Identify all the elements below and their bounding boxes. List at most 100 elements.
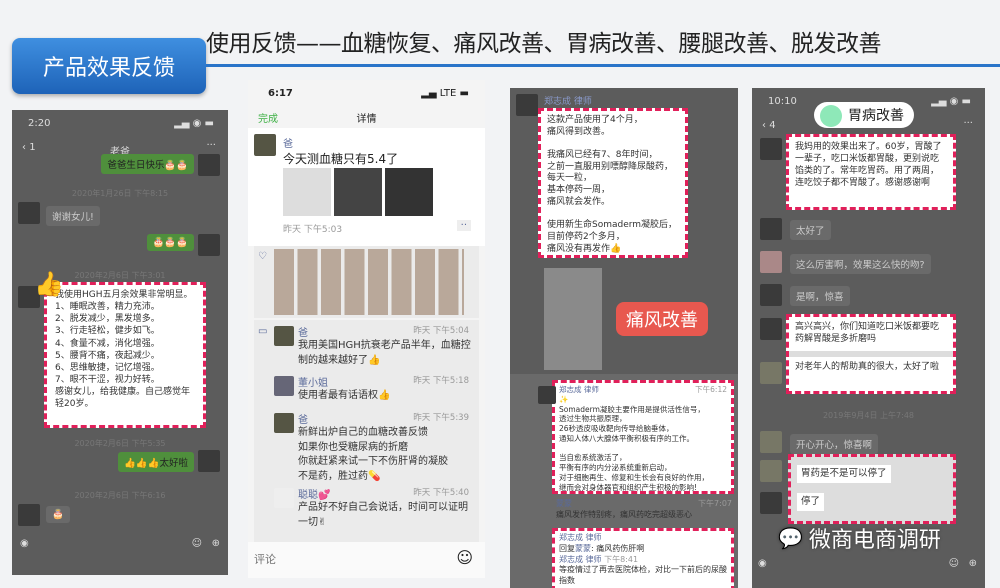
comment-input[interactable] — [254, 548, 444, 572]
header-title: 详情 — [356, 114, 377, 125]
message-received: 🎂 — [46, 506, 70, 523]
status-time: 6:17 — [268, 88, 293, 99]
avatar — [760, 362, 782, 384]
message-received: 太好了 — [790, 220, 831, 240]
avatar — [198, 234, 220, 256]
message-sent: 爸爸生日快乐🎂🎂 — [101, 154, 194, 174]
avatar — [538, 386, 556, 404]
comment-time: 昨天 下午5:04 — [413, 326, 469, 336]
poster-name[interactable]: 爸 — [283, 135, 293, 150]
voice-icon[interactable]: ◉ — [758, 558, 767, 569]
thumbs-up-icon: 👍 — [34, 270, 64, 298]
comment-text: 新鲜出炉自己的血糖改善反馈 如果你也受糖尿病的折磨 你就赶紧来试一下不伤肝肾的凝… — [298, 427, 448, 482]
post-image[interactable] — [334, 168, 382, 216]
liker-avatars[interactable] — [274, 249, 464, 315]
comment-author: 聪聪💕 — [298, 490, 331, 501]
stomach-tag: 胃病改善 — [814, 102, 914, 128]
moments-screenshot: 6:17 ▂▄ LTE ▬ 完成 详情 爸 今天测血糖只有5.4了 昨天 下午5… — [248, 80, 485, 578]
voice-icon[interactable]: ◉ — [20, 538, 29, 549]
message-sent: 👍👍👍太好啦 — [118, 452, 194, 472]
highlighted-comment: 郑志成 律师 下午6:12 ✨ Somaderm凝胶主要作用是提供活性信号， 透… — [552, 380, 734, 494]
comment-item: 爸 昨天 下午5:39 新鲜出炉自己的血糖改善反馈 如果你也受糖尿病的折磨 你就赶紧… — [274, 411, 473, 484]
post-time: 昨天 下午5:03 — [283, 225, 343, 235]
likes-section: ♡ — [254, 246, 479, 318]
avatar — [760, 138, 782, 160]
avatar — [760, 492, 782, 514]
message-received: 谢谢女儿! — [46, 206, 100, 226]
section-badge: 产品效果反馈 — [12, 38, 206, 94]
heart-icon: ♡ — [258, 251, 267, 262]
comment-time: 昨天 下午5:40 — [413, 488, 469, 498]
comment-text: 产品好不好自己会说话，时间可以证明一切✌ — [298, 502, 468, 528]
emoji-icon[interactable]: ☺ — [949, 558, 959, 569]
more-actions-button[interactable]: ·· — [456, 220, 471, 231]
avatar — [18, 504, 40, 526]
avatar — [760, 251, 782, 273]
comment-author: 郑志成 律师 — [559, 385, 599, 394]
comment-text: 使用者最有话语权👍 — [298, 390, 391, 401]
status-time: 10:10 — [768, 96, 797, 107]
back-button[interactable]: ‹ 4 — [762, 120, 776, 131]
comment-text: ✨ Somaderm凝胶主要作用是提供活性信号， 透过生物共振原理， 26秒透皮… — [559, 394, 709, 492]
watermark: 💬 微商电商调研 — [778, 526, 941, 553]
message-sent: 🎂🎂🎂 — [146, 234, 194, 251]
comment-icon: ▭ — [258, 326, 268, 337]
post-image[interactable] — [283, 168, 331, 216]
comments-section: ▭ 爸 昨天 下午5:04 我用美国HGH抗衰老产品半年，血糖控制的越来越好了👍 董… — [254, 320, 479, 558]
avatar — [198, 450, 220, 472]
emoji-icon[interactable]: ☺ — [456, 548, 473, 567]
timestamp: 2019年9月4日 上午7:48 — [822, 411, 915, 420]
message-received: 开心开心，惊喜啊 — [790, 434, 879, 454]
avatar — [516, 94, 538, 116]
gout-tag: 痛风改善 — [616, 302, 708, 336]
avatar — [760, 460, 782, 482]
signal-icon: ▂▄ ◉ ▬ — [174, 118, 214, 129]
user-photo — [544, 268, 602, 370]
plus-icon[interactable]: ⊕ — [969, 558, 977, 569]
comment-time: 昨天 下午5:39 — [413, 413, 469, 423]
more-icon[interactable]: ··· — [206, 140, 216, 151]
lte-indicator: ▂▄ LTE ▬ — [421, 88, 469, 99]
highlighted-comment: 郑志成 律师 回复蒙蒙: 痛风药伤肝啊 郑志成 律师 下午8:41 等疫情过了再… — [552, 528, 734, 588]
plus-icon[interactable]: ⊕ — [212, 538, 220, 549]
comment-item: 董小姐 昨天 下午5:18 使用者最有话语权👍 — [274, 374, 473, 404]
timestamp: 2020年2月6日 下午5:35 — [74, 439, 166, 448]
comment-author: 董小姐 — [298, 378, 328, 389]
message-received: 是啊，惊喜 — [790, 286, 850, 306]
page-title: 使用反馈——血糖恢复、痛风改善、胃病改善、腰腿改善、脱发改善 — [206, 31, 882, 57]
avatar — [254, 134, 276, 156]
highlighted-messages: 高兴高兴，你们知道吃口米饭都要吃药解胃酸是多折磨吗 对老年人的帮助真的很大，太好了… — [786, 314, 956, 394]
message-received: 这么厉害啊，效果这么快的吻? — [790, 254, 931, 274]
status-time: 2:20 — [28, 118, 51, 129]
highlighted-message: 我使用HGH五月余效果非常明显。 1、睡眠改善，精力充沛。 2、脱发减少，黑发增… — [44, 282, 206, 428]
avatar — [760, 284, 782, 306]
comment-author: 爸 — [298, 328, 308, 339]
highlighted-message: 这款产品使用了4个月， 痛风得到改善。 我痛风已经有7、8年时间， 之前一直服用… — [538, 108, 688, 258]
avatar — [760, 431, 782, 453]
comment-text: 我用美国HGH抗衰老产品半年，血糖控制的越来越好了👍 — [298, 340, 471, 366]
chat-screenshot-dad: 2:20 ▂▄ ◉ ▬ ‹ 1 老爸 ··· 爸爸生日快乐🎂🎂 2020年1月2… — [12, 110, 228, 575]
highlighted-messages: 胃药是不是可以停了 停了 — [788, 454, 956, 524]
signal-icon: ▂▄ ◉ ▬ — [931, 96, 971, 107]
comment-item: 聪聪💕 昨天 下午5:40 产品好不好自己会说话，时间可以证明一切✌ — [274, 486, 473, 530]
timestamp: 2020年1月26日 下午8:15 — [71, 189, 169, 198]
comment-author: 爸 — [298, 415, 308, 426]
avatar — [760, 218, 782, 240]
post-text: 今天测血糖只有5.4了 — [283, 152, 399, 166]
comment-time: 下午6:12 — [695, 385, 727, 394]
avatar — [18, 202, 40, 224]
avatar — [760, 318, 782, 340]
comment-item: 蒙蒙 下午7:07 痛风发作特别疼，痛风药吃完超级恶心 — [556, 499, 732, 519]
emoji-icon[interactable]: ☺ — [192, 538, 202, 549]
highlighted-message: 我妈用的效果出来了。60岁，胃酸了一辈子，吃口米饭都胃酸，更别说吃馅类的了。常年… — [786, 134, 956, 210]
wechat-icon: 💬 — [778, 526, 803, 550]
post-image[interactable] — [385, 168, 433, 216]
sender-name: 郑志成 律师 — [544, 97, 592, 107]
more-icon[interactable]: ··· — [963, 118, 973, 129]
comment-time: 昨天 下午5:18 — [413, 376, 469, 386]
timestamp: 2020年2月6日 下午6:16 — [74, 491, 166, 500]
avatar — [198, 154, 220, 176]
title-divider — [206, 64, 1000, 67]
chat-screenshot-stomach: 10:10 ▂▄ ◉ ▬ ‹ 4 ··· 胃病改善 我妈用的效果出来了。60岁，… — [752, 88, 985, 588]
chat-screenshot-gout: 郑志成 律师 这款产品使用了4个月， 痛风得到改善。 我痛风已经有7、8年时间，… — [510, 88, 738, 588]
